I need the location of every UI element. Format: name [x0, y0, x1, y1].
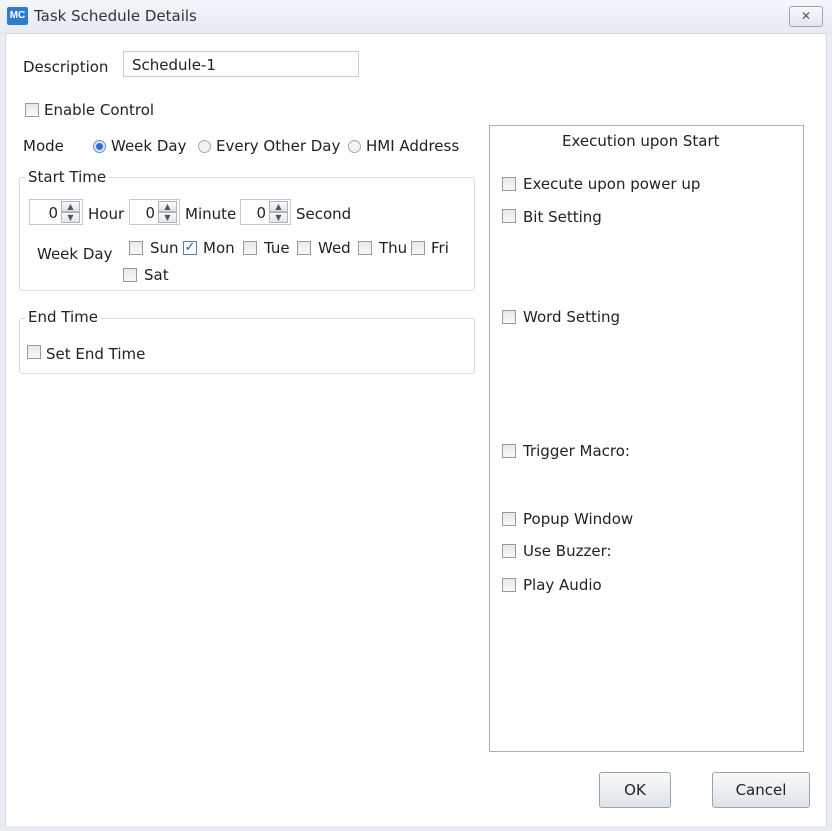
execution-title: Execution upon Start: [562, 132, 720, 150]
start-time-group: [19, 177, 475, 291]
mode-label: Mode: [23, 137, 64, 155]
start-time-title: Start Time: [25, 168, 110, 186]
spin-up-icon[interactable]: ▲: [61, 201, 80, 212]
minute-value: 0: [145, 204, 155, 222]
cancel-button[interactable]: Cancel: [712, 772, 810, 808]
close-button[interactable]: ✕: [789, 6, 823, 27]
day-checkbox-sun[interactable]: [129, 241, 143, 255]
mode-option-every-other-day: Every Other Day: [216, 137, 341, 155]
day-checkbox-sat[interactable]: [123, 268, 137, 282]
window-frame-left: [0, 33, 6, 831]
spin-up-icon[interactable]: ▲: [158, 201, 177, 212]
play-audio-checkbox[interactable]: [502, 578, 516, 592]
minute-label: Minute: [185, 205, 237, 223]
week-day-label: Week Day: [37, 245, 113, 263]
day-label-thu: Thu: [379, 239, 408, 257]
minute-spinner[interactable]: 0 ▲ ▼: [129, 199, 180, 225]
mode-radio-week-day[interactable]: [93, 140, 106, 153]
mode-radio-hmi-address[interactable]: [348, 140, 361, 153]
play-audio-label: Play Audio: [523, 576, 602, 594]
execute-power-up-checkbox[interactable]: [502, 177, 516, 191]
hour-value: 0: [48, 204, 58, 222]
close-icon: ✕: [800, 9, 812, 23]
enable-control-checkbox[interactable]: [25, 103, 39, 117]
day-label-sat: Sat: [144, 266, 169, 284]
day-checkbox-mon[interactable]: ✓: [183, 241, 197, 255]
ok-button[interactable]: OK: [599, 772, 671, 808]
use-buzzer-checkbox[interactable]: [502, 544, 516, 558]
set-end-time-checkbox[interactable]: [27, 345, 41, 359]
day-checkbox-tue[interactable]: [243, 241, 257, 255]
mode-option-hmi-address: HMI Address: [366, 137, 460, 155]
trigger-macro-label: Trigger Macro:: [523, 442, 630, 460]
spin-up-icon[interactable]: ▲: [269, 201, 288, 212]
use-buzzer-label: Use Buzzer:: [523, 542, 612, 560]
day-label-tue: Tue: [264, 239, 290, 257]
day-checkbox-thu[interactable]: [358, 241, 372, 255]
bit-setting-checkbox[interactable]: [502, 209, 516, 223]
description-input[interactable]: Schedule-1: [123, 51, 359, 77]
word-setting-checkbox[interactable]: [502, 310, 516, 324]
set-end-time-label: Set End Time: [46, 345, 146, 363]
app-icon: MC: [7, 7, 28, 25]
spin-down-icon[interactable]: ▼: [158, 212, 177, 223]
execute-power-up-label: Execute upon power up: [523, 175, 701, 193]
checkmark-icon: ✓: [184, 240, 196, 255]
spin-down-icon[interactable]: ▼: [61, 212, 80, 223]
hour-spinner[interactable]: 0 ▲ ▼: [29, 199, 83, 225]
end-time-title: End Time: [25, 308, 101, 326]
day-label-sun: Sun: [150, 239, 179, 257]
second-spinner[interactable]: 0 ▲ ▼: [240, 199, 291, 225]
mode-radio-every-other-day[interactable]: [198, 140, 211, 153]
day-checkbox-wed[interactable]: [297, 241, 311, 255]
trigger-macro-checkbox[interactable]: [502, 444, 516, 458]
day-label-fri: Fri: [431, 239, 449, 257]
day-label-mon: Mon: [203, 239, 235, 257]
window-title: Task Schedule Details: [34, 7, 197, 25]
day-checkbox-fri[interactable]: [411, 241, 425, 255]
popup-window-checkbox[interactable]: [502, 512, 516, 526]
spin-down-icon[interactable]: ▼: [269, 212, 288, 223]
second-value: 0: [256, 204, 266, 222]
hour-label: Hour: [88, 205, 125, 223]
second-label: Second: [296, 205, 352, 223]
bit-setting-label: Bit Setting: [523, 208, 602, 226]
description-label: Description: [23, 58, 109, 76]
enable-control-label: Enable Control: [44, 101, 155, 119]
mode-option-week-day: Week Day: [111, 137, 187, 155]
popup-window-label: Popup Window: [523, 510, 634, 528]
day-label-wed: Wed: [318, 239, 351, 257]
window-frame-right: [826, 33, 832, 831]
word-setting-label: Word Setting: [523, 308, 621, 326]
window-frame-bottom: [0, 826, 832, 831]
